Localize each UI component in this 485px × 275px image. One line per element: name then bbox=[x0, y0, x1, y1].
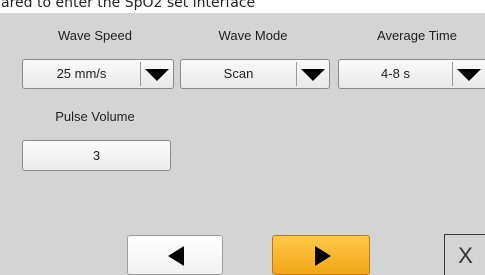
pulse-volume-value: 3 bbox=[92, 148, 101, 163]
next-button[interactable] bbox=[272, 235, 370, 275]
triangle-left-icon bbox=[168, 246, 184, 266]
document-caption: ared to enter the SpO2 set interface bbox=[0, 0, 485, 13]
average-time-divider bbox=[452, 62, 453, 86]
average-time-dropdown[interactable]: 4-8 s bbox=[338, 59, 485, 89]
average-time-value: 4-8 s bbox=[381, 66, 410, 81]
triangle-right-icon bbox=[315, 246, 331, 266]
average-time-label: Average Time bbox=[377, 28, 457, 43]
wave-speed-dropdown[interactable]: 25 mm/s bbox=[22, 59, 174, 89]
previous-button[interactable] bbox=[127, 235, 223, 275]
pulse-volume-label: Pulse Volume bbox=[55, 109, 135, 124]
chevron-down-icon bbox=[457, 69, 481, 81]
spo2-settings-panel: Wave Speed Wave Mode Average Time 25 mm/… bbox=[0, 13, 485, 275]
chevron-down-icon bbox=[145, 69, 169, 81]
close-button[interactable]: X bbox=[444, 234, 485, 275]
wave-mode-divider bbox=[296, 62, 297, 86]
wave-mode-label: Wave Mode bbox=[218, 28, 288, 43]
wave-speed-divider bbox=[140, 62, 141, 86]
wave-mode-dropdown[interactable]: Scan bbox=[180, 59, 330, 89]
caption-text: ared to enter the SpO2 set interface bbox=[1, 0, 256, 11]
wave-speed-label: Wave Speed bbox=[58, 28, 132, 43]
chevron-down-icon bbox=[301, 69, 325, 81]
wave-mode-value: Scan bbox=[223, 66, 254, 81]
close-icon: X bbox=[458, 243, 473, 268]
wave-speed-value: 25 mm/s bbox=[56, 66, 107, 81]
pulse-volume-field[interactable]: 3 bbox=[22, 140, 171, 171]
